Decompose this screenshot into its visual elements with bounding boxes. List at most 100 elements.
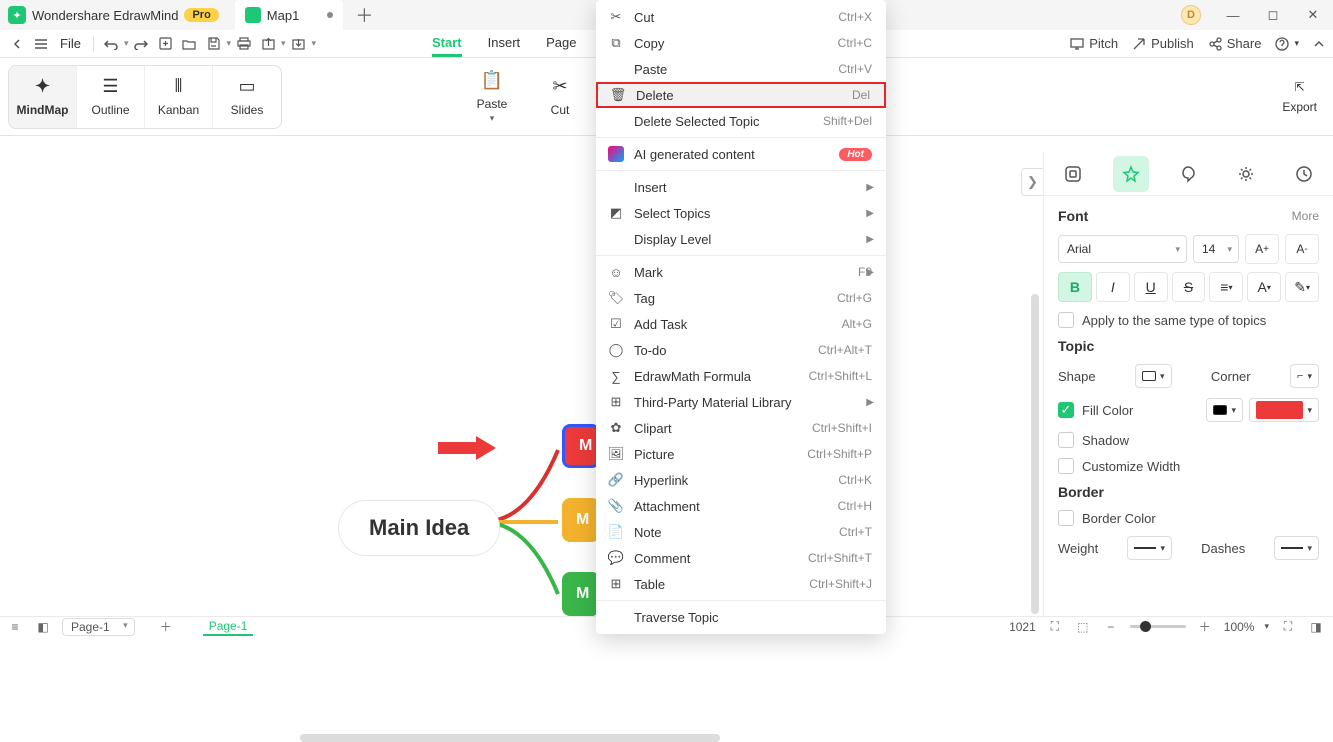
highlight-button[interactable]: ✎ ▾: [1285, 272, 1319, 302]
fill-color-select[interactable]: ▾: [1249, 398, 1319, 422]
ctx-add-task[interactable]: ☑Add TaskAlt+G: [596, 311, 886, 337]
font-family-select[interactable]: Arial▾: [1058, 235, 1187, 263]
paste-button[interactable]: 📋Paste▾: [462, 70, 522, 124]
export-quick-icon[interactable]: [257, 33, 279, 55]
ctx-third-party[interactable]: ⊞Third-Party Material Library▶: [596, 389, 886, 415]
ctx-picture[interactable]: 🖼PictureCtrl+Shift+P: [596, 441, 886, 467]
ctx-delete[interactable]: 🗑DeleteDel: [596, 82, 886, 108]
ctx-display-level[interactable]: Display Level▶: [596, 226, 886, 252]
publish-button[interactable]: Publish: [1132, 36, 1194, 51]
font-more-link[interactable]: More: [1292, 209, 1319, 223]
view-mindmap[interactable]: ✦MindMap: [9, 66, 77, 128]
ctx-clipart[interactable]: ✿ClipartCtrl+Shift+I: [596, 415, 886, 441]
save-icon[interactable]: [202, 33, 224, 55]
close-button[interactable]: ✕: [1293, 0, 1333, 30]
ctx-ai-content[interactable]: AI generated contentHot: [596, 141, 886, 167]
fit-page-icon[interactable]: ⛶: [1046, 618, 1064, 636]
tab-insert[interactable]: Insert: [488, 31, 521, 57]
ctx-select-topics[interactable]: ◩Select Topics▶: [596, 200, 886, 226]
tab-start[interactable]: Start: [432, 31, 462, 57]
view-slides[interactable]: ▭Slides: [213, 66, 281, 128]
file-menu[interactable]: File: [54, 36, 87, 51]
font-increase-button[interactable]: A+: [1245, 234, 1279, 264]
new-icon[interactable]: [154, 33, 176, 55]
horizontal-scrollbar[interactable]: [300, 734, 720, 742]
page-tab-1[interactable]: Page-1: [203, 618, 254, 636]
ctx-tag[interactable]: 🏷TagCtrl+G: [596, 285, 886, 311]
undo-icon[interactable]: [100, 33, 122, 55]
subtopic-2[interactable]: M: [562, 498, 600, 542]
tab-map1[interactable]: Map1: [235, 0, 344, 30]
font-size-select[interactable]: 14▾: [1193, 235, 1239, 263]
panel-tab-layout[interactable]: [1055, 156, 1091, 192]
open-icon[interactable]: [178, 33, 200, 55]
subtopic-1[interactable]: M: [562, 424, 600, 468]
view-outline[interactable]: ☰Outline: [77, 66, 145, 128]
shadow-checkbox[interactable]: Shadow: [1058, 432, 1319, 448]
help-button[interactable]: ▾: [1275, 37, 1299, 51]
user-avatar[interactable]: D: [1181, 5, 1201, 25]
ctx-copy[interactable]: ⧉CopyCtrl+C: [596, 30, 886, 56]
border-dashes-select[interactable]: ▾: [1274, 536, 1319, 560]
status-panel-right-icon[interactable]: ◨: [1307, 618, 1325, 636]
status-panel-icon[interactable]: ◧: [34, 618, 52, 636]
panel-collapse-button[interactable]: ❯: [1021, 168, 1043, 196]
shape-select[interactable]: ▾: [1135, 364, 1172, 388]
ctx-note[interactable]: 📄NoteCtrl+T: [596, 519, 886, 545]
ctx-attachment[interactable]: 📎AttachmentCtrl+H: [596, 493, 886, 519]
align-button[interactable]: ≡ ▾: [1209, 272, 1243, 302]
strikethrough-button[interactable]: S: [1172, 272, 1206, 302]
panel-tab-theme[interactable]: [1170, 156, 1206, 192]
zoom-slider[interactable]: [1130, 625, 1186, 628]
fill-color-checkbox[interactable]: ✓Fill Color: [1058, 402, 1133, 418]
ctx-comment[interactable]: 💬CommentCtrl+Shift+T: [596, 545, 886, 571]
ctx-delete-selected[interactable]: Delete Selected TopicShift+Del: [596, 108, 886, 134]
font-color-button[interactable]: A ▾: [1247, 272, 1281, 302]
redo-icon[interactable]: [130, 33, 152, 55]
new-tab-button[interactable]: ＋: [351, 2, 377, 28]
export-button[interactable]: ⇱Export: [1282, 80, 1317, 114]
view-kanban[interactable]: ⦀Kanban: [145, 66, 213, 128]
print-icon[interactable]: [233, 33, 255, 55]
border-weight-select[interactable]: ▾: [1127, 536, 1172, 560]
underline-button[interactable]: U: [1134, 272, 1168, 302]
ctx-cut[interactable]: ✂CutCtrl+X: [596, 4, 886, 30]
apply-same-checkbox[interactable]: Apply to the same type of topics: [1058, 312, 1319, 328]
ctx-hyperlink[interactable]: 🔗HyperlinkCtrl+K: [596, 467, 886, 493]
ctx-traverse[interactable]: Traverse Topic: [596, 604, 886, 630]
fit-width-icon[interactable]: ⬚: [1074, 618, 1092, 636]
minimize-button[interactable]: —: [1213, 0, 1253, 30]
status-menu-icon[interactable]: ≡: [6, 618, 24, 636]
bold-button[interactable]: B: [1058, 272, 1092, 302]
corner-select[interactable]: ⌐▾: [1290, 364, 1319, 388]
page-selector[interactable]: Page-1▾: [62, 618, 135, 636]
menu-icon[interactable]: [30, 33, 52, 55]
share-button[interactable]: Share: [1208, 36, 1262, 51]
italic-button[interactable]: I: [1096, 272, 1130, 302]
fullscreen-icon[interactable]: ⛶: [1279, 618, 1297, 636]
ctx-formula[interactable]: ∑EdrawMath FormulaCtrl+Shift+L: [596, 363, 886, 389]
ctx-paste[interactable]: PasteCtrl+V: [596, 56, 886, 82]
fill-preset-select[interactable]: ▾: [1206, 398, 1243, 422]
panel-tab-history[interactable]: [1286, 156, 1322, 192]
add-page-button[interactable]: ＋: [157, 618, 175, 636]
ctx-mark[interactable]: ☺MarkF9▶: [596, 259, 886, 285]
panel-tab-style[interactable]: [1113, 156, 1149, 192]
subtopic-3[interactable]: M: [562, 572, 600, 616]
font-decrease-button[interactable]: A-: [1285, 234, 1319, 264]
cut-button[interactable]: ✂Cut: [530, 76, 590, 117]
maximize-button[interactable]: ◻: [1253, 0, 1293, 30]
panel-tab-icons[interactable]: [1228, 156, 1264, 192]
collapse-ribbon-icon[interactable]: [1313, 39, 1325, 49]
ctx-insert[interactable]: Insert▶: [596, 174, 886, 200]
pitch-button[interactable]: Pitch: [1070, 36, 1118, 51]
import-icon[interactable]: [288, 33, 310, 55]
ctx-todo[interactable]: ◯To-doCtrl+Alt+T: [596, 337, 886, 363]
border-color-checkbox[interactable]: Border Color: [1058, 510, 1319, 526]
back-icon[interactable]: [6, 33, 28, 55]
tab-page[interactable]: Page: [546, 31, 576, 57]
custom-width-checkbox[interactable]: Customize Width: [1058, 458, 1319, 474]
vertical-scrollbar[interactable]: [1031, 294, 1039, 614]
ctx-table[interactable]: ⊞TableCtrl+Shift+J: [596, 571, 886, 597]
zoom-out-button[interactable]: −: [1102, 618, 1120, 636]
